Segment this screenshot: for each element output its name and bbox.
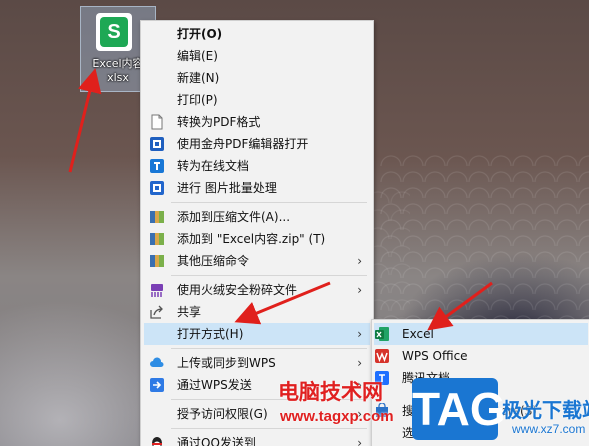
shredder-icon [151, 284, 163, 297]
menu-item-open-with[interactable]: 打开方式(H) › [144, 323, 370, 345]
watermark-site-name: 电脑技术网 [278, 380, 383, 404]
menu-item-label: 添加到 "Excel内容.zip" (T) [177, 232, 326, 246]
watermark-site-url: www.tagxp.com [280, 408, 394, 425]
archive-icon [150, 255, 164, 267]
watermark-tag-logo: TAG [412, 378, 506, 440]
spreadsheet-letter: S [100, 17, 128, 47]
menu-item-other-compress[interactable]: 其他压缩命令 › [144, 250, 370, 272]
menu-item-image-batch[interactable]: 进行 图片批量处理 [144, 177, 370, 199]
image-batch-icon [150, 181, 164, 195]
menu-item-share[interactable]: 共享 [144, 301, 370, 323]
menu-item-add-archive[interactable]: 添加到压缩文件(A)... [144, 206, 370, 228]
menu-item-label: 转为在线文档 [177, 159, 250, 173]
cloud-doc-icon [150, 159, 164, 173]
menu-separator [171, 202, 367, 203]
submenu-item-excel[interactable]: Excel [374, 323, 588, 345]
watermark-right-url: www.xz7.com [512, 422, 586, 436]
menu-item-label: 进行 图片批量处理 [177, 181, 277, 195]
menu-item-label: 授予访问权限(G) [177, 407, 268, 421]
share-icon [150, 305, 163, 319]
menu-item-label: 上传或同步到WPS [177, 356, 276, 370]
menu-item-label: 使用火绒安全粉碎文件 [177, 283, 298, 297]
menu-item-new[interactable]: 新建(N) [144, 67, 370, 89]
wps-office-icon [375, 349, 389, 363]
menu-item-label: 添加到压缩文件(A)... [177, 210, 291, 224]
menu-item-open[interactable]: 打开(O) [144, 23, 370, 45]
submenu-item-label: WPS Office [402, 349, 468, 363]
menu-item-label: 打开(O) [177, 27, 223, 41]
archive-icon [150, 233, 164, 245]
menu-item-edit[interactable]: 编辑(E) [144, 45, 370, 67]
menu-item-label: 转换为PDF格式 [177, 115, 261, 129]
wps-spreadsheet-icon: S [96, 13, 132, 51]
menu-item-label: 通过WPS发送 [177, 378, 252, 392]
chevron-right-icon: › [357, 254, 362, 268]
menu-item-label: 通过QQ发送到 [177, 436, 256, 446]
menu-item-convert-pdf[interactable]: 转换为PDF格式 [144, 111, 370, 133]
qq-icon [152, 437, 162, 446]
menu-item-open-jinzhou-pdf[interactable]: 使用金舟PDF编辑器打开 [144, 133, 370, 155]
menu-item-print[interactable]: 打印(P) [144, 89, 370, 111]
menu-item-add-zip[interactable]: 添加到 "Excel内容.zip" (T) [144, 228, 370, 250]
menu-item-label: 其他压缩命令 [177, 254, 250, 268]
menu-item-label: 打印(P) [177, 93, 218, 107]
chevron-right-icon: › [357, 283, 362, 297]
submenu-item-label: Excel [402, 327, 434, 341]
menu-item-online-doc[interactable]: 转为在线文档 [144, 155, 370, 177]
menu-item-huorong-shred[interactable]: 使用火绒安全粉碎文件 › [144, 279, 370, 301]
submenu-item-wps-office[interactable]: WPS Office [374, 345, 588, 367]
archive-icon [150, 211, 164, 223]
menu-item-label: 新建(N) [177, 71, 220, 85]
menu-separator [171, 275, 367, 276]
chevron-right-icon: › [357, 356, 362, 370]
watermark-right-text: 极光下载站 [502, 398, 589, 422]
chevron-right-icon: › [357, 327, 362, 341]
desktop-background: S Excel内容 xlsx 打开(O) 编辑(E) 新建(N) 打印(P) 转… [0, 0, 589, 446]
pdf-editor-icon [150, 137, 164, 151]
menu-item-label: 打开方式(H) [177, 327, 244, 341]
excel-icon [375, 327, 389, 341]
menu-item-upload-wps[interactable]: 上传或同步到WPS › [144, 352, 370, 374]
menu-separator [171, 348, 367, 349]
menu-item-label: 编辑(E) [177, 49, 218, 63]
menu-item-label: 使用金舟PDF编辑器打开 [177, 137, 309, 151]
send-arrow-icon [150, 378, 164, 392]
site-watermark: 电脑技术网 www.tagxp.com TAG 极光下载站 www.xz7.co… [278, 376, 589, 446]
wps-cloud-icon [150, 357, 164, 367]
menu-item-label: 共享 [177, 305, 202, 319]
document-icon [151, 114, 163, 130]
